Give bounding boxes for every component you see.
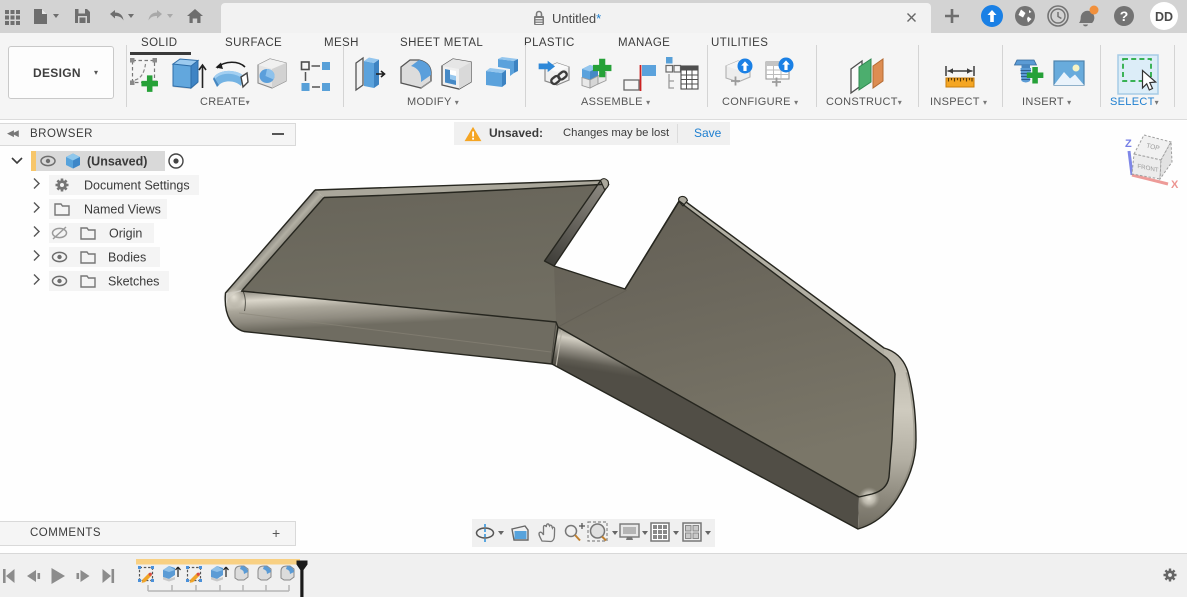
svg-text:Document Settings: Document Settings	[84, 179, 190, 193]
svg-text:Z: Z	[1125, 138, 1132, 150]
svg-text:Bodies: Bodies	[108, 251, 146, 265]
svg-text:X: X	[1171, 179, 1179, 191]
svg-text:Origin: Origin	[109, 227, 142, 241]
svg-text:(Unsaved): (Unsaved)	[87, 155, 147, 169]
svg-text:Named Views: Named Views	[84, 203, 161, 217]
svg-text:Sketches: Sketches	[108, 275, 159, 289]
